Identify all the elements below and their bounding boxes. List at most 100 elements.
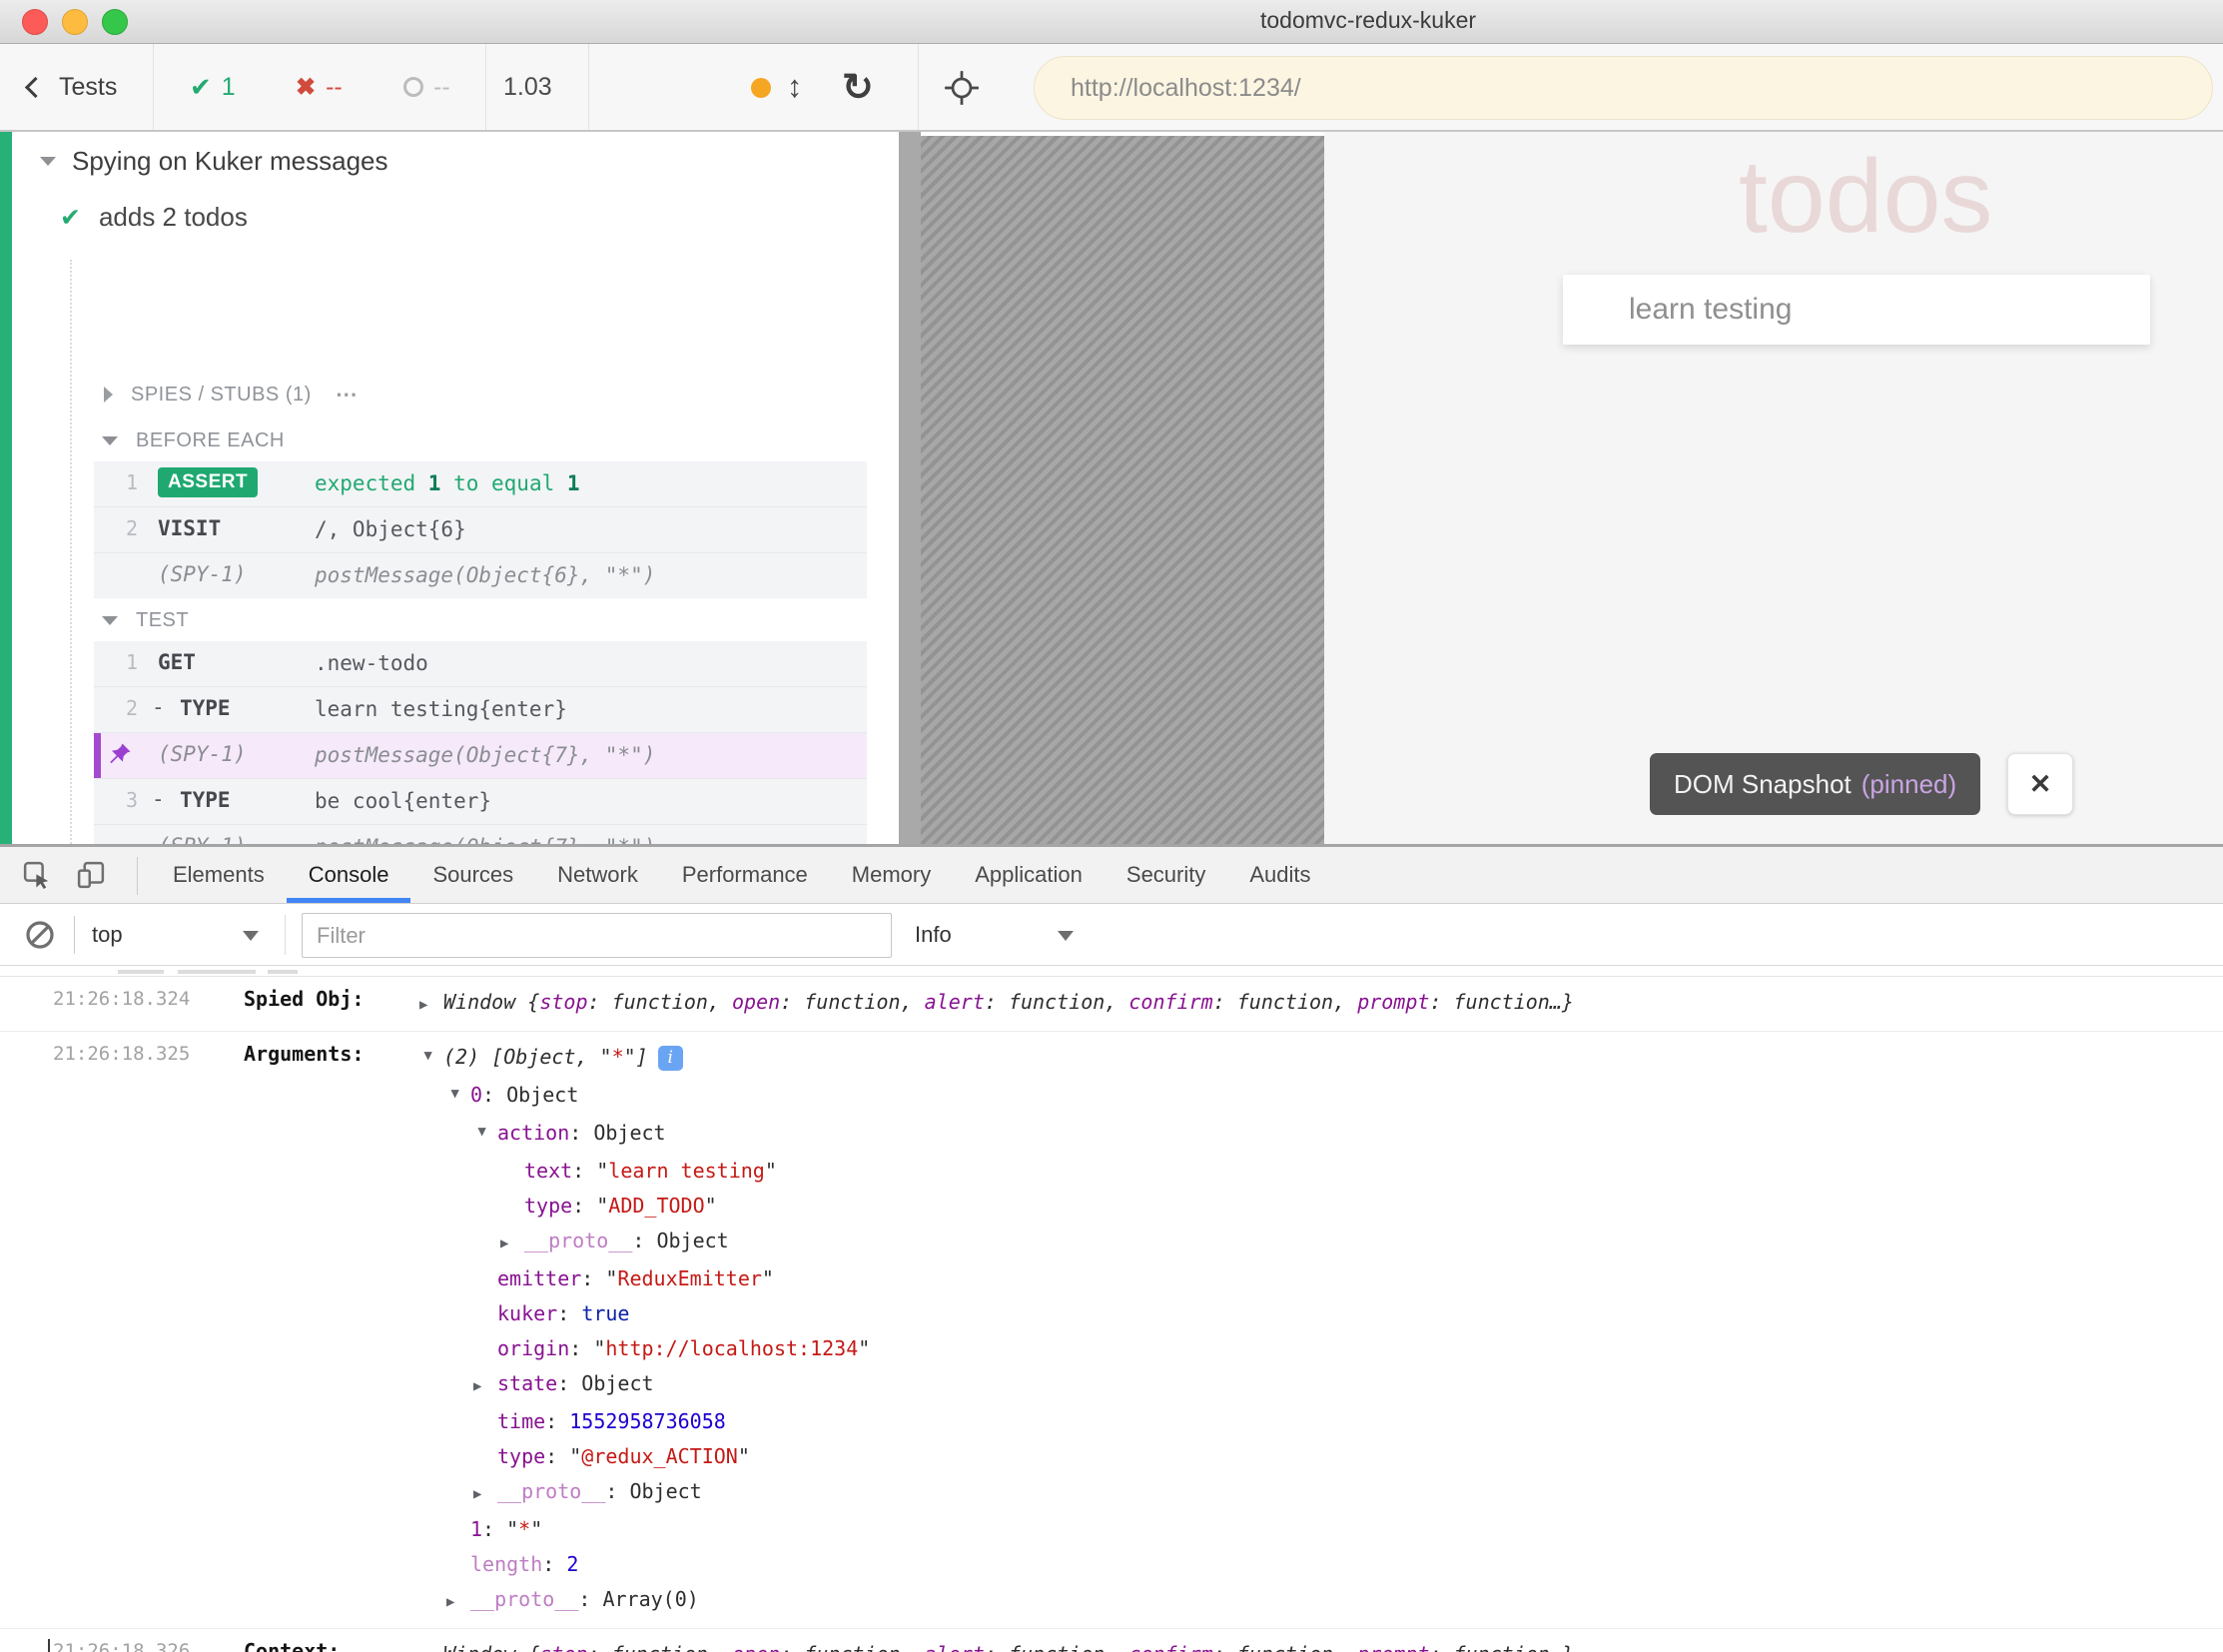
inspect-element-icon[interactable] xyxy=(22,860,52,895)
command-name: (SPY-1) xyxy=(158,742,247,766)
console-object-line: type: "ADD_TODO" xyxy=(419,1189,2223,1224)
clear-console-icon[interactable] xyxy=(24,919,56,956)
snapshot-outside-region xyxy=(921,136,1324,844)
url-input[interactable] xyxy=(1035,57,2212,119)
pending-count: -- xyxy=(403,44,450,130)
command-message: expected 1 to equal 1 xyxy=(315,470,777,497)
tab-security[interactable]: Security xyxy=(1126,847,1205,903)
console-filter-input[interactable] xyxy=(302,913,892,958)
tab-memory[interactable]: Memory xyxy=(852,847,931,903)
viewport-scale-icon[interactable]: ↕ xyxy=(787,44,803,130)
reload-icon[interactable]: ↻ xyxy=(842,44,874,130)
window-title: todomvc-redux-kuker xyxy=(1260,7,1476,34)
device-toolbar-icon[interactable] xyxy=(76,860,106,895)
console-object-line[interactable]: ▶Window {stop: function, open: function,… xyxy=(419,1637,2223,1652)
spies-stubs-label: SPIES / STUBS (1) xyxy=(131,384,312,407)
info-icon[interactable]: i xyxy=(658,1046,683,1071)
console-entry-label: Context: xyxy=(244,1639,340,1652)
tab-elements[interactable]: Elements xyxy=(173,847,265,903)
context-value: top xyxy=(92,922,123,948)
toolbar-separator xyxy=(588,44,589,130)
command-name: (SPY-1) xyxy=(158,562,247,586)
spy-log-row[interactable]: (SPY-1)postMessage(Object{6}, "*") xyxy=(94,552,867,598)
collapse-caret-icon[interactable] xyxy=(102,616,118,625)
suite-title: Spying on Kuker messages xyxy=(72,146,388,177)
console-object-line: type: "@redux_ACTION" xyxy=(419,1439,2223,1474)
chevron-down-icon[interactable] xyxy=(243,931,259,941)
console-object-line[interactable]: ▶action: Object xyxy=(419,1116,2223,1154)
clipped-console-row xyxy=(0,966,2223,977)
close-window-button[interactable] xyxy=(22,9,48,35)
zoom-window-button[interactable] xyxy=(102,9,128,35)
check-icon: ✔ xyxy=(190,72,212,103)
console-object-line[interactable]: ▶__proto__: Array(0) xyxy=(419,1582,2223,1620)
log-level-selector[interactable]: Info xyxy=(915,904,952,965)
tab-console[interactable]: Console xyxy=(309,847,389,903)
expand-triangle-icon[interactable]: ▶ xyxy=(446,1585,470,1620)
command-row[interactable]: 1GET.new-todo xyxy=(94,641,867,686)
expand-triangle-icon[interactable]: ▶ xyxy=(419,988,443,1023)
toolbar-separator xyxy=(153,44,154,130)
console-timestamp: 21:26:18.326 xyxy=(53,1640,190,1652)
console-prompt-caret[interactable] xyxy=(48,1639,50,1652)
x-icon: ✖ xyxy=(296,73,316,102)
minimize-window-button[interactable] xyxy=(62,9,88,35)
context-selector[interactable]: top xyxy=(92,904,123,965)
command-message: be cool{enter} xyxy=(315,788,777,815)
spy-log-row[interactable]: (SPY-1)postMessage(Object{7}, "*") xyxy=(94,824,867,844)
back-to-tests-button[interactable]: Tests xyxy=(28,44,117,130)
tab-sources[interactable]: Sources xyxy=(432,847,513,903)
chevron-down-icon[interactable] xyxy=(1058,931,1074,941)
tab-application[interactable]: Application xyxy=(975,847,1083,903)
console-entry-content: ▶(2) [Object, "*"]i▶0: Object▶action: Ob… xyxy=(419,1040,2223,1620)
collapse-caret-icon[interactable] xyxy=(102,436,118,445)
command-number: 2 xyxy=(104,696,138,720)
toolbar-separator xyxy=(285,915,286,955)
command-row[interactable]: 2VISIT/, Object{6} xyxy=(94,506,867,552)
expand-triangle-icon[interactable]: ▶ xyxy=(437,1090,472,1114)
new-todo-input[interactable] xyxy=(1563,275,2150,345)
command-name: TYPE xyxy=(180,788,231,812)
command-row[interactable]: 3-TYPEbe cool{enter} xyxy=(94,778,867,824)
expand-triangle-icon[interactable]: ▶ xyxy=(410,1052,445,1076)
test-row[interactable]: ✔ adds 2 todos xyxy=(60,202,248,233)
pin-icon[interactable] xyxy=(108,742,132,766)
test-title: adds 2 todos xyxy=(99,202,248,233)
console-object-line: 1: "*" xyxy=(419,1512,2223,1547)
section-spies-stubs[interactable]: SPIES / STUBS (1) ⋯ xyxy=(104,382,360,408)
tab-network[interactable]: Network xyxy=(557,847,638,903)
expand-triangle-icon[interactable]: ▶ xyxy=(473,1477,497,1512)
tab-performance[interactable]: Performance xyxy=(682,847,808,903)
failed-value: -- xyxy=(326,73,343,102)
console-object-line[interactable]: ▶Window {stop: function, open: function,… xyxy=(419,985,2223,1023)
expand-triangle-icon[interactable]: ▶ xyxy=(473,1369,497,1404)
section-before-each[interactable]: BEFORE EACH xyxy=(102,429,285,452)
expand-triangle-icon[interactable]: ▶ xyxy=(500,1227,524,1261)
command-row[interactable]: 2-TYPElearn testing{enter} xyxy=(94,686,867,732)
tab-audits[interactable]: Audits xyxy=(1249,847,1310,903)
chevron-left-icon xyxy=(25,76,46,97)
reporter-scrollbar[interactable] xyxy=(899,132,921,844)
command-dash: - xyxy=(152,787,165,811)
console-object-line[interactable]: ▶__proto__: Object xyxy=(419,1474,2223,1512)
console-entry-content: ▶Window {stop: function, open: function,… xyxy=(419,1637,2223,1652)
console-object-line[interactable]: ▶__proto__: Object xyxy=(419,1224,2223,1261)
console-log-entry: 21:26:18.326 Context: ▶Window {stop: funct… xyxy=(0,1629,2223,1652)
spy-log-row[interactable]: (SPY-1)postMessage(Object{7}, "*") xyxy=(94,732,867,778)
more-dots-icon[interactable]: ⋯ xyxy=(336,382,360,408)
unpin-snapshot-button[interactable]: ✕ xyxy=(2007,753,2073,815)
selector-playground-icon[interactable] xyxy=(943,69,981,112)
expand-caret-icon[interactable] xyxy=(104,387,113,403)
collapse-caret-icon[interactable] xyxy=(40,157,56,166)
suite-row[interactable]: Spying on Kuker messages xyxy=(40,146,388,177)
command-row[interactable]: 1ASSERTexpected 1 to equal 1 xyxy=(94,461,867,506)
console-object-line[interactable]: ▶state: Object xyxy=(419,1366,2223,1404)
expand-triangle-icon[interactable]: ▶ xyxy=(464,1128,499,1152)
close-icon: ✕ xyxy=(2029,769,2052,800)
section-test[interactable]: TEST xyxy=(102,609,189,632)
console-object-line: emitter: "ReduxEmitter" xyxy=(419,1261,2223,1296)
console-object-line[interactable]: ▶0: Object xyxy=(419,1078,2223,1116)
console-object-line[interactable]: ▶(2) [Object, "*"]i xyxy=(419,1040,2223,1078)
expand-triangle-icon[interactable]: ▶ xyxy=(419,1640,443,1652)
status-dot-icon xyxy=(751,78,771,98)
